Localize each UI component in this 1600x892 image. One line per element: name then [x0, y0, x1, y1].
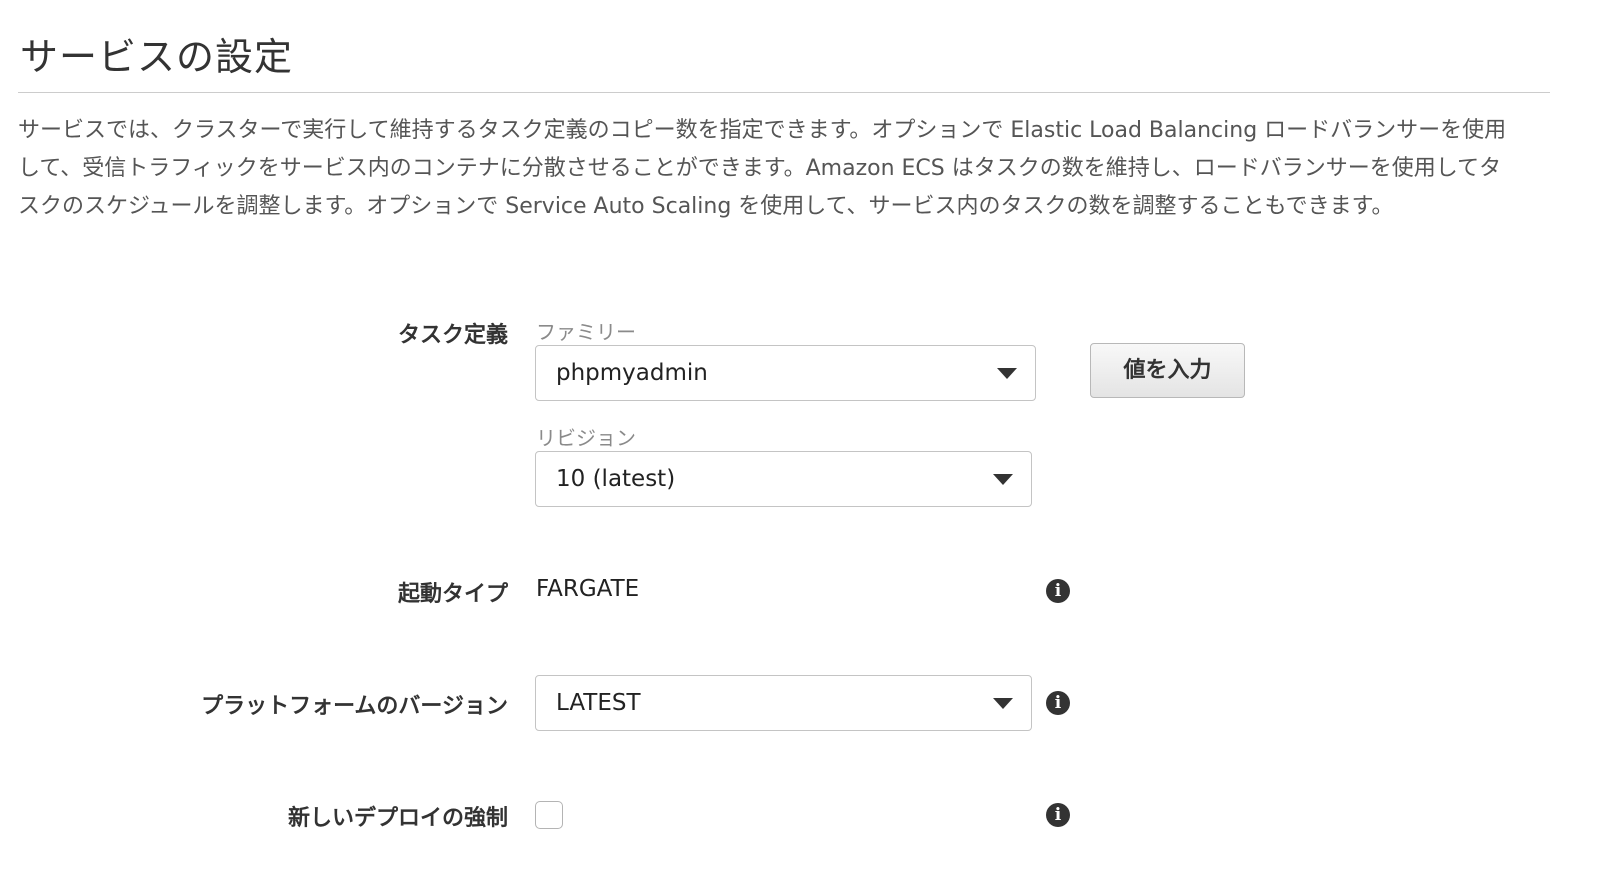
- info-icon[interactable]: i: [1046, 691, 1070, 715]
- platform-version-select[interactable]: LATEST: [535, 675, 1032, 731]
- caret-down-icon: [993, 698, 1013, 709]
- revision-select-value: 10 (latest): [556, 466, 676, 492]
- family-select-value: phpmyadmin: [556, 360, 708, 386]
- page-title: サービスの設定: [20, 35, 294, 79]
- force-new-deployment-label: 新しいデプロイの強制: [287, 806, 508, 831]
- revision-select[interactable]: 10 (latest): [535, 451, 1032, 507]
- launch-type-value: FARGATE: [536, 576, 640, 602]
- title-divider: [18, 92, 1550, 93]
- task-definition-label: タスク定義: [397, 323, 508, 348]
- family-label: ファミリー: [536, 320, 636, 344]
- force-new-deployment-checkbox[interactable]: [535, 801, 563, 829]
- info-icon[interactable]: i: [1046, 579, 1070, 603]
- enter-value-button[interactable]: 値を入力: [1090, 343, 1245, 398]
- info-icon[interactable]: i: [1046, 803, 1070, 827]
- caret-down-icon: [993, 474, 1013, 485]
- section-description: サービスでは、クラスターで実行して維持するタスク定義のコピー数を指定できます。オ…: [18, 118, 1507, 219]
- platform-version-label: プラットフォームのバージョン: [201, 694, 508, 719]
- caret-down-icon: [997, 368, 1017, 379]
- family-select[interactable]: phpmyadmin: [535, 345, 1036, 401]
- platform-version-select-value: LATEST: [556, 690, 641, 716]
- launch-type-label: 起動タイプ: [397, 582, 508, 607]
- revision-label: リビジョン: [536, 426, 636, 450]
